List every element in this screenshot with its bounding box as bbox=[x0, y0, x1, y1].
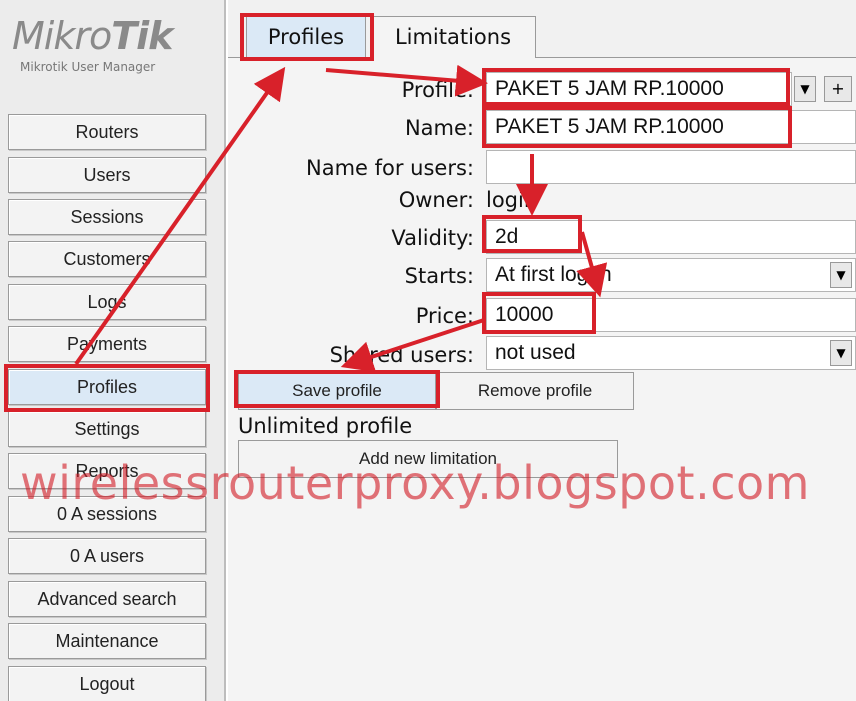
logo-subtitle: Mikrotik User Manager bbox=[20, 60, 156, 74]
validity-label: Validity: bbox=[391, 226, 474, 250]
sidebar-item-customers[interactable]: Customers bbox=[8, 241, 206, 277]
logo-brand-bold: Tik bbox=[111, 14, 173, 58]
tab-limitations[interactable]: Limitations bbox=[370, 16, 536, 58]
shared-users-dropdown-icon[interactable]: ▼ bbox=[830, 340, 852, 366]
sidebar-item-active-sessions[interactable]: 0 A sessions bbox=[8, 496, 206, 532]
starts-label: Starts: bbox=[404, 264, 474, 288]
profile-select[interactable]: PAKET 5 JAM RP.10000 bbox=[486, 72, 792, 106]
validity-input[interactable]: 2d bbox=[486, 220, 856, 254]
owner-value: login bbox=[486, 188, 538, 212]
mikrotik-logo: MikroTik Mikrotik User Manager bbox=[12, 16, 212, 74]
sidebar-item-sessions[interactable]: Sessions bbox=[8, 199, 206, 235]
profile-form: Profile: PAKET 5 JAM RP.10000 ▼ + Name: … bbox=[228, 58, 856, 701]
logo-brand-regular: Mikro bbox=[12, 14, 112, 58]
price-input[interactable]: 10000 bbox=[486, 298, 856, 332]
sidebar-item-profiles[interactable]: Profiles bbox=[8, 369, 206, 405]
name-input[interactable]: PAKET 5 JAM RP.10000 bbox=[486, 110, 856, 144]
name-for-users-label: Name for users: bbox=[306, 156, 474, 180]
add-profile-icon[interactable]: + bbox=[824, 76, 852, 102]
tab-profiles[interactable]: Profiles bbox=[246, 16, 366, 58]
sidebar-item-users[interactable]: Users bbox=[8, 157, 206, 193]
sidebar-item-reports[interactable]: Reports bbox=[8, 453, 206, 489]
save-profile-button[interactable]: Save profile bbox=[238, 372, 436, 410]
profile-label: Profile: bbox=[401, 78, 474, 102]
name-label: Name: bbox=[404, 116, 474, 140]
sidebar-item-logs[interactable]: Logs bbox=[8, 284, 206, 320]
unlimited-profile-heading: Unlimited profile bbox=[238, 414, 413, 438]
sidebar-item-payments[interactable]: Payments bbox=[8, 326, 206, 362]
add-new-limitation-button[interactable]: Add new limitation bbox=[238, 440, 618, 478]
shared-users-select[interactable]: not used bbox=[486, 336, 856, 370]
sidebar-item-advanced-search[interactable]: Advanced search bbox=[8, 581, 206, 617]
shared-users-label: Shared users: bbox=[329, 343, 474, 367]
remove-profile-button[interactable]: Remove profile bbox=[436, 372, 634, 410]
logo-brand: MikroTik bbox=[12, 16, 212, 56]
sidebar-item-logout[interactable]: Logout bbox=[8, 666, 206, 701]
owner-label: Owner: bbox=[398, 188, 474, 212]
profile-dropdown-icon[interactable]: ▼ bbox=[794, 76, 816, 102]
main-panel: Profiles Limitations Profile: PAKET 5 JA… bbox=[228, 0, 856, 701]
price-label: Price: bbox=[415, 304, 474, 328]
sidebar: MikroTik Mikrotik User Manager Routers U… bbox=[0, 0, 226, 701]
sidebar-item-settings[interactable]: Settings bbox=[8, 411, 206, 447]
starts-dropdown-icon[interactable]: ▼ bbox=[830, 262, 852, 288]
starts-select[interactable]: At first logon bbox=[486, 258, 856, 292]
sidebar-item-active-users[interactable]: 0 A users bbox=[8, 538, 206, 574]
name-for-users-input[interactable] bbox=[486, 150, 856, 184]
tab-bar: Profiles Limitations bbox=[228, 0, 856, 58]
sidebar-item-maintenance[interactable]: Maintenance bbox=[8, 623, 206, 659]
sidebar-item-routers[interactable]: Routers bbox=[8, 114, 206, 150]
